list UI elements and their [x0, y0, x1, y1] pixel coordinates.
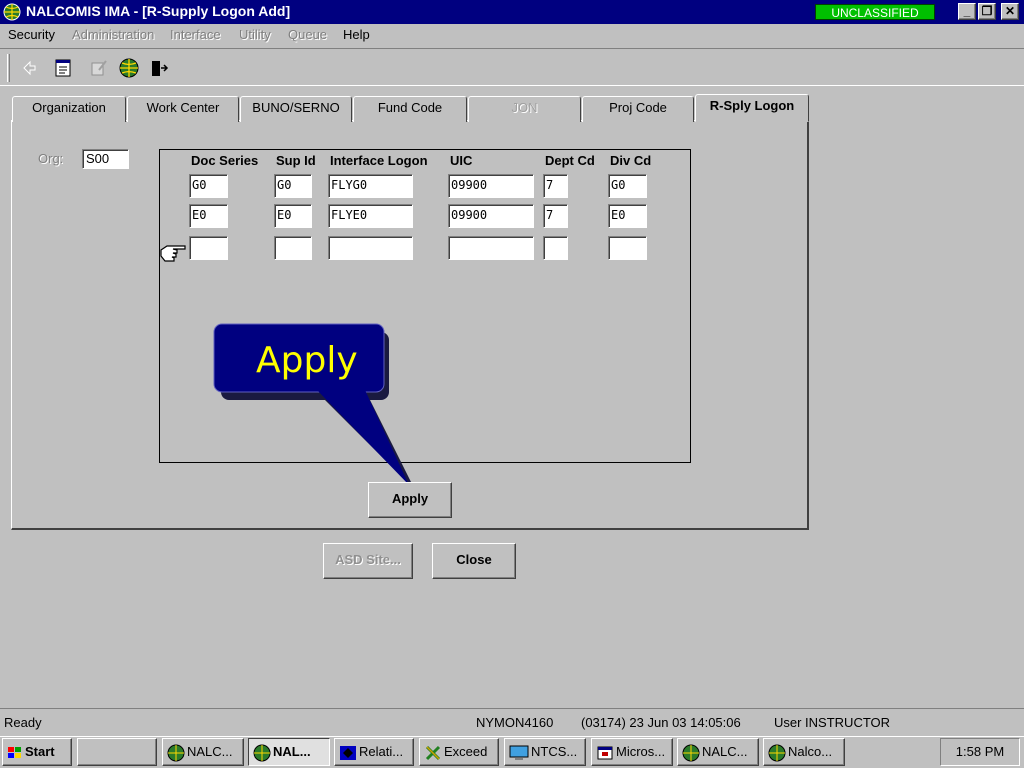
header-div-cd: Div Cd	[610, 153, 652, 168]
cell-div-cd[interactable]: G0	[608, 174, 647, 198]
cell-interface-logon[interactable]	[328, 236, 413, 260]
taskbar-clock[interactable]: 1:58 PM	[940, 738, 1020, 766]
tab-buno-serno[interactable]: BUNO/SERNO	[240, 96, 352, 122]
status-user: User INSTRUCTOR	[774, 715, 891, 730]
close-button[interactable]: Close	[432, 543, 516, 579]
cell-dept-cd[interactable]	[543, 236, 568, 260]
status-ready: Ready	[4, 715, 42, 730]
back-arrow-icon[interactable]	[18, 57, 40, 79]
monitor-icon	[509, 745, 529, 760]
toolbar-grip[interactable]	[7, 54, 10, 82]
task-label: NAL...	[273, 744, 311, 759]
x-icon	[425, 745, 441, 760]
start-button[interactable]: Start	[2, 738, 72, 766]
org-label: Org:	[38, 151, 64, 166]
menu-help[interactable]: Help	[343, 27, 370, 42]
taskbar-item-nal-active[interactable]: NAL...	[248, 738, 330, 766]
status-session: (03174) 23 Jun 03 14:05:06	[581, 715, 741, 730]
task-label: Relati...	[359, 744, 404, 759]
globe-icon	[167, 744, 185, 762]
window-title: NALCOMIS IMA - [R-Supply Logon Add]	[26, 3, 291, 19]
taskbar-item-relati[interactable]: Relati...	[334, 738, 414, 766]
notes-icon[interactable]	[52, 57, 74, 79]
menu-utility[interactable]: Utility	[239, 27, 271, 42]
tab-work-center[interactable]: Work Center	[127, 96, 239, 122]
pointing-hand-icon	[160, 245, 186, 262]
header-doc-series: Doc Series	[191, 153, 259, 168]
cell-doc-series[interactable]: E0	[189, 204, 228, 228]
classification-banner: UNCLASSIFIED	[812, 2, 942, 22]
cell-sup-id[interactable]	[274, 236, 312, 260]
classification-label: UNCLASSIFIED	[815, 4, 935, 20]
globe-icon	[253, 744, 271, 762]
taskbar-item-blank[interactable]	[77, 738, 157, 766]
taskbar-item-nalc-2[interactable]: NALC...	[677, 738, 759, 766]
cell-div-cd[interactable]	[608, 236, 647, 260]
cell-div-cd[interactable]: E0	[608, 204, 647, 228]
cell-sup-id[interactable]: G0	[274, 174, 312, 198]
tab-jon[interactable]: JON	[468, 96, 581, 122]
tab-organization[interactable]: Organization	[12, 96, 126, 122]
header-interface-logon: Interface Logon	[330, 153, 428, 168]
task-label: NALC...	[702, 744, 748, 759]
tab-r-sply-logon[interactable]: R-Sply Logon	[695, 94, 809, 122]
globe-icon[interactable]	[3, 3, 21, 21]
cell-doc-series[interactable]: G0	[189, 174, 228, 198]
restore-button[interactable]: ❐	[978, 3, 996, 20]
close-window-button[interactable]: ✕	[1001, 3, 1019, 20]
callout-text: Apply	[256, 340, 358, 381]
menu-bar: Security Administration Interface Utilit…	[0, 24, 1024, 46]
cell-uic[interactable]: 09900	[448, 174, 534, 198]
start-label: Start	[25, 744, 55, 759]
menu-security[interactable]: Security	[8, 27, 55, 42]
taskbar-item-nalco[interactable]: Nalco...	[763, 738, 845, 766]
globe-icon	[768, 744, 786, 762]
taskbar-item-exceed[interactable]: Exceed	[419, 738, 499, 766]
taskbar-item-ntcs[interactable]: NTCS...	[504, 738, 586, 766]
task-label: NTCS...	[531, 744, 578, 759]
diamond-icon	[340, 745, 356, 760]
cell-dept-cd[interactable]: 7	[543, 204, 568, 228]
menu-administration[interactable]: Administration	[72, 27, 154, 42]
header-uic: UIC	[450, 153, 473, 168]
header-sup-id: Sup Id	[276, 153, 316, 168]
header-dept-cd: Dept Cd	[545, 153, 595, 168]
title-bar[interactable]: NALCOMIS IMA - [R-Supply Logon Add] UNCL…	[0, 0, 1024, 24]
taskbar-item-micros[interactable]: Micros...	[591, 738, 673, 766]
cell-sup-id[interactable]: E0	[274, 204, 312, 228]
cell-interface-logon[interactable]: FLYG0	[328, 174, 413, 198]
tab-proj-code[interactable]: Proj Code	[582, 96, 694, 122]
task-label: Micros...	[616, 744, 666, 759]
window-icon	[597, 746, 613, 760]
toolbar	[0, 48, 1024, 86]
task-label: Nalco...	[788, 744, 833, 759]
menu-interface[interactable]: Interface	[170, 27, 221, 42]
tab-fund-code[interactable]: Fund Code	[353, 96, 467, 122]
windows-logo-icon	[8, 746, 21, 758]
cell-uic[interactable]	[448, 236, 534, 260]
org-field[interactable]: S00	[82, 149, 129, 169]
globe-icon[interactable]	[118, 57, 140, 79]
task-label: Exceed	[444, 744, 488, 759]
apply-button[interactable]: Apply	[368, 482, 452, 518]
asd-site-button[interactable]: ASD Site...	[323, 543, 413, 579]
edit-pencil-icon[interactable]	[88, 57, 110, 79]
cell-uic[interactable]: 09900	[448, 204, 534, 228]
cell-dept-cd[interactable]: 7	[543, 174, 568, 198]
exit-door-icon[interactable]	[148, 57, 170, 79]
taskbar-item-nalc[interactable]: NALC...	[162, 738, 244, 766]
status-host: NYMON4160	[476, 715, 554, 730]
task-label: NALC...	[187, 744, 233, 759]
menu-queue[interactable]: Queue	[288, 27, 327, 42]
globe-icon	[682, 744, 700, 762]
minimize-button[interactable]: _	[958, 3, 976, 20]
cell-interface-logon[interactable]: FLYE0	[328, 204, 413, 228]
cell-doc-series[interactable]	[189, 236, 228, 260]
